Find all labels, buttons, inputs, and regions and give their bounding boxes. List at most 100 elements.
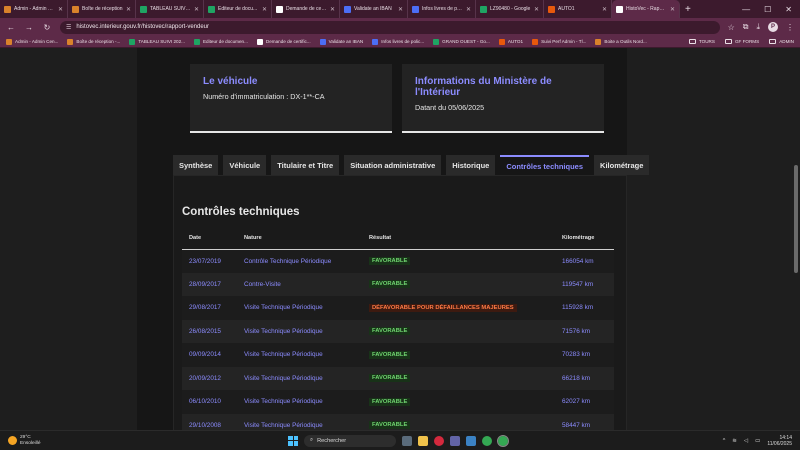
- windows-taskbar: 29°C Ensoleillé ⌕ Rechercher ^ ≋ ◁ ▭ 14:…: [0, 430, 800, 450]
- bookmark-item[interactable]: Validate an IBAN: [319, 38, 363, 45]
- report-tab[interactable]: Kilométrage: [594, 155, 650, 175]
- bookmark-item[interactable]: Suivi Perf Admin - Tl...: [532, 38, 586, 45]
- tab-label: LZ90480 - Google: [490, 6, 531, 12]
- battery-icon[interactable]: ▭: [755, 438, 760, 444]
- address-bar[interactable]: ☰ histovec.interieur.gouv.fr/histovec/ra…: [60, 20, 720, 34]
- extensions-icon[interactable]: ⧉: [743, 22, 749, 32]
- bookmark-item[interactable]: Infos livres de polic...: [372, 38, 425, 45]
- table-header-row: Date Nature Résultat Kilométrage: [182, 228, 614, 250]
- close-tab-icon[interactable]: ✕: [58, 6, 63, 13]
- control-result-cell: FAVORABLE: [362, 249, 555, 273]
- forward-icon[interactable]: →: [24, 23, 34, 32]
- browser-tab[interactable]: Editeur de docu... ✕: [204, 0, 272, 18]
- scrollbar-thumb[interactable]: [794, 165, 798, 273]
- task-view-icon[interactable]: [402, 435, 412, 446]
- back-icon[interactable]: ←: [6, 23, 16, 32]
- bookmark-folder[interactable]: TOURS: [688, 39, 715, 44]
- control-nature: Visite Technique Périodique: [237, 319, 362, 343]
- opera-icon[interactable]: [434, 435, 444, 446]
- downloads-icon[interactable]: ⤓: [756, 22, 760, 32]
- control-nature: Visite Technique Périodique: [237, 413, 362, 430]
- control-mileage: 119547 km: [555, 272, 614, 296]
- close-tab-icon[interactable]: ✕: [534, 6, 539, 13]
- bookmark-folder[interactable]: ADMIN: [769, 39, 794, 44]
- close-tab-icon[interactable]: ✕: [602, 6, 607, 13]
- browser-tab[interactable]: Demande de certi... ✕: [272, 0, 340, 18]
- browser-tab[interactable]: AUTO1 ✕: [544, 0, 612, 18]
- close-window-icon[interactable]: ✕: [785, 5, 792, 14]
- clock[interactable]: 14:14 11/06/2025: [767, 435, 792, 447]
- ministry-card: Informations du Ministère de l'Intérieur…: [402, 64, 604, 133]
- tab-label: Demande de certi...: [286, 6, 327, 12]
- close-tab-icon[interactable]: ✕: [670, 6, 675, 13]
- control-result-cell: FAVORABLE: [362, 366, 555, 390]
- close-tab-icon[interactable]: ✕: [466, 6, 471, 13]
- page-scrollbar[interactable]: [792, 48, 800, 430]
- new-tab-button[interactable]: +: [680, 4, 696, 15]
- browser-tab[interactable]: HistoVec - Rappo... ✕: [612, 0, 680, 18]
- tab-favicon-icon: [616, 5, 623, 13]
- browser-tab[interactable]: Infos livres de po... ✕: [408, 0, 476, 18]
- control-date: 23/07/2019: [182, 249, 237, 273]
- chrome-icon[interactable]: [482, 435, 492, 446]
- browser-tab[interactable]: Validate an IBAN ✕: [340, 0, 408, 18]
- site-info-icon[interactable]: ☰: [66, 24, 71, 31]
- tab-label: Validate an IBAN: [354, 6, 392, 12]
- bookmark-folder-label: ADMIN: [779, 39, 794, 44]
- bookmark-item[interactable]: TABLEAU SUIVI 202...: [129, 38, 185, 45]
- taskbar-search-input[interactable]: ⌕ Rechercher: [304, 434, 396, 447]
- weather-widget[interactable]: 29°C Ensoleillé: [0, 435, 200, 446]
- tab-label: HistoVec - Rappo...: [626, 6, 667, 12]
- browser-tab[interactable]: Admin - Admin C... ✕: [0, 0, 68, 18]
- bookmark-label: Demande de certific...: [265, 39, 311, 44]
- folder-icon: [769, 39, 777, 44]
- report-tab[interactable]: Synthèse: [173, 155, 219, 175]
- report-tab[interactable]: Véhicule: [223, 155, 267, 175]
- bookmark-item[interactable]: GRAND OUEST - Go...: [433, 38, 490, 45]
- control-date: 28/09/2017: [182, 272, 237, 296]
- minimize-icon[interactable]: —: [742, 5, 750, 14]
- browser-tab[interactable]: Boîte de réception ✕: [68, 0, 136, 18]
- window-controls: — ☐ ✕: [742, 5, 800, 14]
- browser-tab[interactable]: LZ90480 - Google ✕: [476, 0, 544, 18]
- close-tab-icon[interactable]: ✕: [194, 6, 199, 13]
- chrome-profile-icon[interactable]: [497, 434, 509, 447]
- close-tab-icon[interactable]: ✕: [126, 6, 131, 13]
- bookmark-favicon-icon: [498, 38, 505, 45]
- reload-icon[interactable]: ↻: [42, 23, 52, 32]
- close-tab-icon[interactable]: ✕: [262, 6, 267, 13]
- wifi-icon[interactable]: ≋: [732, 438, 737, 444]
- bookmark-item[interactable]: Admin - Admin Cen...: [6, 38, 58, 45]
- report-tab[interactable]: Contrôles techniques: [500, 155, 590, 175]
- file-explorer-icon[interactable]: [418, 435, 428, 446]
- menu-icon[interactable]: ⋮: [786, 23, 794, 32]
- bookmark-item[interactable]: Demande de certific...: [256, 38, 311, 45]
- chevron-up-icon[interactable]: ^: [723, 438, 726, 444]
- bookmark-item[interactable]: Boite a Outils Nord...: [595, 38, 647, 45]
- bookmark-folder[interactable]: GF FORMS: [724, 39, 759, 44]
- browser-tab[interactable]: TABLEAU SUIVI 2... ✕: [136, 0, 204, 18]
- windows-start-icon[interactable]: [288, 435, 298, 446]
- control-result-cell: FAVORABLE: [362, 413, 555, 430]
- maximize-icon[interactable]: ☐: [764, 5, 771, 14]
- report-tab[interactable]: Situation administrative: [344, 155, 442, 175]
- close-tab-icon[interactable]: ✕: [398, 6, 403, 13]
- report-tab[interactable]: Historique: [446, 155, 496, 175]
- volume-icon[interactable]: ◁: [744, 438, 748, 444]
- control-mileage: 115928 km: [555, 296, 614, 320]
- bookmark-item[interactable]: Boîte de réception -...: [67, 38, 120, 45]
- bookmark-star-icon[interactable]: ☆: [728, 23, 735, 32]
- bookmark-label: Infos livres de polic...: [381, 39, 425, 44]
- bookmark-item[interactable]: Editeur de documen...: [193, 38, 248, 45]
- column-header-mileage: Kilométrage: [555, 228, 614, 250]
- report-tab[interactable]: Titulaire et Titre: [271, 155, 340, 175]
- tab-label: Infos livres de po...: [422, 6, 463, 12]
- close-tab-icon[interactable]: ✕: [330, 6, 335, 13]
- teams-icon[interactable]: [450, 435, 460, 446]
- tab-favicon-icon: [4, 5, 11, 13]
- outlook-icon[interactable]: [466, 435, 476, 446]
- bookmark-item[interactable]: AUTO1: [498, 38, 523, 45]
- tab-favicon-icon: [548, 5, 555, 13]
- avatar[interactable]: P: [768, 22, 778, 32]
- bookmark-label: Editeur de documen...: [202, 39, 248, 44]
